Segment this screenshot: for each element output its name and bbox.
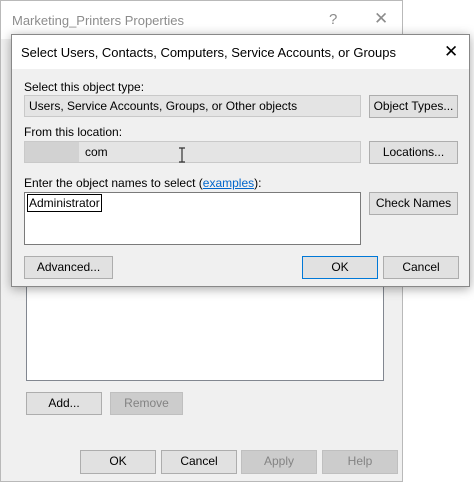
select-objects-dialog: Select Users, Contacts, Computers, Servi…	[11, 34, 470, 287]
properties-cancel-button[interactable]: Cancel	[161, 450, 237, 474]
advanced-button[interactable]: Advanced...	[24, 256, 113, 279]
ok-button[interactable]: OK	[302, 256, 378, 279]
properties-ok-button[interactable]: OK	[80, 450, 156, 474]
members-list[interactable]	[26, 281, 384, 381]
text-cursor-icon	[179, 147, 185, 163]
check-names-button[interactable]: Check Names	[369, 192, 458, 215]
examples-link[interactable]: examples	[203, 176, 254, 190]
properties-title: Marketing_Printers Properties	[12, 13, 184, 28]
location-value: com	[85, 145, 108, 159]
dialog-titlebar: Select Users, Contacts, Computers, Servi…	[12, 35, 469, 69]
cancel-button[interactable]: Cancel	[383, 256, 459, 279]
object-types-button[interactable]: Object Types...	[369, 95, 458, 118]
redacted-domain	[25, 142, 79, 162]
names-label: Enter the object names to select (exampl…	[24, 176, 261, 190]
dialog-title: Select Users, Contacts, Computers, Servi…	[21, 45, 396, 60]
names-label-prefix: Enter the object names to select (	[24, 176, 203, 190]
close-icon[interactable]: ✕	[374, 9, 388, 29]
object-type-label: Select this object type:	[24, 80, 145, 94]
dialog-close-icon[interactable]: ✕	[444, 42, 458, 62]
object-type-field: Users, Service Accounts, Groups, or Othe…	[24, 95, 361, 117]
locations-button[interactable]: Locations...	[369, 141, 458, 164]
location-field: com	[24, 141, 361, 163]
help-button: Help	[322, 450, 398, 474]
add-button[interactable]: Add...	[26, 392, 102, 415]
object-names-value: Administrator	[27, 194, 102, 212]
location-label: From this location:	[24, 125, 123, 139]
remove-button: Remove	[110, 392, 183, 415]
names-label-suffix: ):	[254, 176, 262, 190]
help-icon[interactable]: ?	[329, 11, 337, 28]
object-names-input[interactable]: Administrator	[24, 192, 361, 245]
apply-button: Apply	[241, 450, 317, 474]
